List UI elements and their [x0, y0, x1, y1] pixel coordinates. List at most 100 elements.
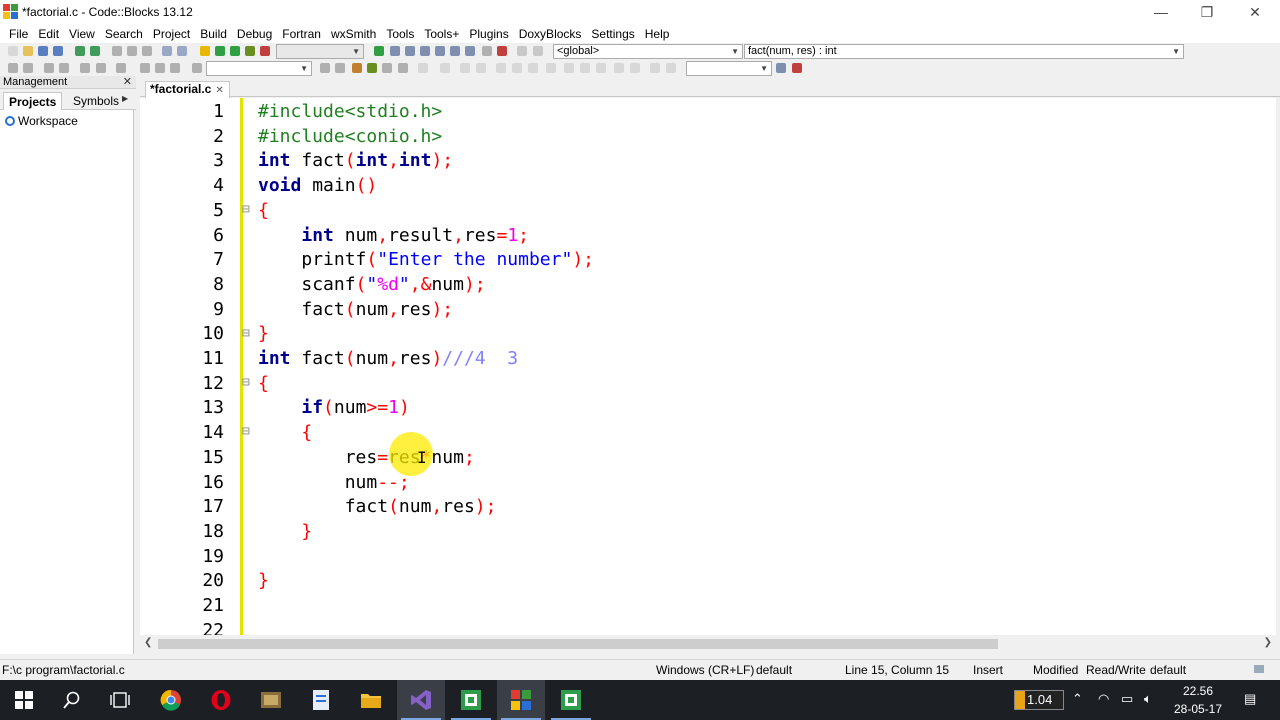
taskbar-visual-studio[interactable]	[397, 680, 445, 720]
fold-marker-icon[interactable]: ⊟	[242, 424, 250, 439]
layout-9-icon[interactable]	[580, 63, 590, 73]
code-line[interactable]: {	[258, 421, 312, 446]
prev-bookmark-icon[interactable]	[320, 63, 330, 73]
taskbar-search-button[interactable]	[48, 680, 96, 720]
zoom-out-icon[interactable]	[630, 63, 640, 73]
code-line[interactable]: scanf("%d",&num);	[258, 273, 485, 298]
wifi-icon[interactable]: ◠	[1098, 691, 1109, 707]
step-instruction-icon[interactable]	[465, 46, 475, 56]
code-line[interactable]: int fact(int,int);	[258, 149, 453, 174]
tab-factorial-c[interactable]: *factorial.c ✕	[145, 81, 230, 98]
tree-item-workspace[interactable]: Workspace	[5, 114, 78, 128]
next-instruction-icon[interactable]	[450, 46, 460, 56]
taskbar-app-2[interactable]	[297, 680, 345, 720]
menu-fortran[interactable]: Fortran	[277, 27, 326, 41]
menu-view[interactable]: View	[64, 27, 100, 41]
layout-10-icon[interactable]	[596, 63, 606, 73]
bookmark-icon[interactable]	[155, 63, 165, 73]
menu-edit[interactable]: Edit	[33, 27, 64, 41]
jump-back-icon[interactable]	[140, 63, 150, 73]
run-to-cursor-icon[interactable]	[390, 46, 400, 56]
tab-scroll-right-icon[interactable]: ▶	[122, 94, 128, 103]
check-icon[interactable]	[367, 63, 377, 73]
scroll-right-icon[interactable]: ❯	[1264, 637, 1272, 648]
next-line-icon[interactable]	[405, 46, 415, 56]
code-line[interactable]: {	[258, 199, 269, 224]
menu-debug[interactable]: Debug	[232, 27, 277, 41]
redo-icon[interactable]	[90, 46, 100, 56]
menu-tools-plus[interactable]: Tools+	[419, 27, 464, 41]
layout-8-icon[interactable]	[564, 63, 574, 73]
taskbar-app-4[interactable]	[547, 680, 595, 720]
menu-help[interactable]: Help	[640, 27, 675, 41]
volume-icon[interactable]: 🔈︎	[1144, 691, 1152, 707]
uncomment-icon[interactable]	[23, 63, 33, 73]
save-all-icon[interactable]	[53, 46, 63, 56]
search-combo[interactable]: ▼	[206, 61, 312, 76]
menu-build[interactable]: Build	[195, 27, 232, 41]
comment-icon[interactable]	[8, 63, 18, 73]
menu-doxyblocks[interactable]: DoxyBlocks	[514, 27, 587, 41]
menu-file[interactable]: File	[4, 27, 33, 41]
debug-continue-icon[interactable]	[374, 46, 384, 56]
horizontal-scrollbar[interactable]: ❮ ❯	[140, 636, 1276, 652]
function-combo[interactable]: fact(num, res) : int ▼	[744, 44, 1184, 59]
symbol-combo[interactable]: ▼	[686, 61, 772, 76]
code-line[interactable]: fact(num,res);	[258, 298, 453, 323]
taskbar-app-1[interactable]	[247, 680, 295, 720]
menu-wxsmith[interactable]: wxSmith	[326, 27, 381, 41]
new-file-icon[interactable]	[8, 46, 18, 56]
build-icon[interactable]	[200, 46, 210, 56]
scope-combo[interactable]: <global> ▼	[553, 44, 743, 59]
taskbar-codeblocks[interactable]	[497, 680, 545, 720]
box-comment-icon[interactable]	[80, 63, 90, 73]
search-icon[interactable]	[776, 63, 786, 73]
scroll-left-icon[interactable]: ❮	[144, 637, 152, 648]
layout-7-icon[interactable]	[546, 63, 556, 73]
battery-icon[interactable]: ▭	[1121, 691, 1133, 707]
stop-debugger-icon[interactable]	[497, 46, 507, 56]
code-line[interactable]: void main()	[258, 174, 377, 199]
menu-plugins[interactable]: Plugins	[464, 27, 513, 41]
close-button[interactable]: ✕	[1232, 0, 1278, 24]
taskbar-file-explorer[interactable]	[347, 680, 395, 720]
spell-icon[interactable]	[382, 63, 392, 73]
layout-2-icon[interactable]	[460, 63, 470, 73]
taskbar-opera[interactable]	[197, 680, 245, 720]
code-line[interactable]: {	[258, 372, 269, 397]
management-close-icon[interactable]: ✕	[123, 75, 132, 88]
menu-project[interactable]: Project	[148, 27, 195, 41]
fold-marker-icon[interactable]: ⊟	[242, 326, 250, 341]
code-line[interactable]: if(num>=1)	[258, 396, 409, 421]
build-run-icon[interactable]	[230, 46, 240, 56]
tool-icon[interactable]	[792, 63, 802, 73]
tab-projects[interactable]: Projects	[3, 92, 63, 110]
clock-time[interactable]: 22.56	[1178, 684, 1218, 698]
taskbar-chrome[interactable]	[147, 680, 195, 720]
wrench-icon[interactable]	[116, 63, 126, 73]
code-line[interactable]: res=res*num;	[258, 446, 475, 471]
toggle-comment-icon[interactable]	[44, 63, 54, 73]
maximize-button[interactable]: ❐	[1184, 0, 1230, 24]
code-editor[interactable]: 1 2 3 4 5 6 7 8 9 10 11 12 13 14 15 16 17 18 19 20 21 22 ⊟ ⊟ …	[140, 98, 1276, 635]
taskbar-app-3[interactable]	[447, 680, 495, 720]
find-icon[interactable]	[162, 46, 172, 56]
pencil-icon[interactable]	[352, 63, 362, 73]
clipboard-icon[interactable]	[96, 63, 106, 73]
code-line[interactable]: printf("Enter the number");	[258, 248, 594, 273]
format-icon[interactable]	[398, 63, 408, 73]
chevron-up-icon[interactable]: ⌃	[1072, 691, 1083, 707]
save-icon[interactable]	[38, 46, 48, 56]
code-line[interactable]: int fact(num,res)///4 3	[258, 347, 518, 372]
code-line[interactable]: int num,result,res=1;	[258, 224, 529, 249]
fold-marker-icon[interactable]: ⊟	[242, 375, 250, 390]
zoom-in-icon[interactable]	[614, 63, 624, 73]
paste-icon[interactable]	[142, 46, 152, 56]
menu-tools[interactable]: Tools	[381, 27, 419, 41]
layout-3-icon[interactable]	[476, 63, 486, 73]
break-icon[interactable]	[482, 46, 492, 56]
notifications-icon[interactable]: ▤	[1244, 691, 1256, 707]
task-view-button[interactable]	[96, 680, 144, 720]
step-out-icon[interactable]	[435, 46, 445, 56]
replace-icon[interactable]	[177, 46, 187, 56]
